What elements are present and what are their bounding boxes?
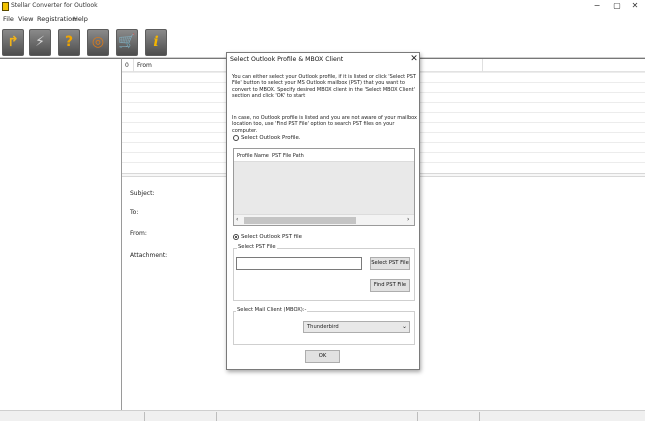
dialog-close-icon[interactable]: ✕ (408, 53, 420, 65)
select-profile-dialog: Select Outlook Profile & MBOX Client ✕ Y… (226, 52, 420, 370)
horizontal-scrollbar[interactable]: ‹ › (234, 214, 414, 225)
dialog-title: Select Outlook Profile & MBOX Client (230, 56, 344, 63)
select-profile-radio[interactable] (233, 135, 239, 141)
attachment-label: Attachment: (130, 252, 168, 259)
title-bar: Stellar Converter for Outlook − ▢ ✕ (0, 0, 645, 13)
dialog-hint: In case, no Outlook profile is listed an… (232, 115, 417, 134)
mail-client-select[interactable]: Thunderbird ⌄ (303, 321, 410, 333)
open-folder-icon: ↱ (7, 34, 19, 50)
mail-client-group-label: Select Mail Client (MBOX):- (236, 307, 308, 313)
scroll-left-icon[interactable]: ‹ (236, 216, 238, 223)
find-pst-file-button[interactable]: Find PST File (370, 279, 410, 292)
attachment-column-icon[interactable]: 0 (125, 62, 129, 69)
dialog-description: You can either select your Outlook profi… (232, 74, 416, 100)
menu-help[interactable]: Help (73, 15, 88, 23)
menu-registration[interactable]: Registration (37, 15, 76, 23)
pst-path-column-header[interactable]: PST File Path (272, 153, 304, 159)
subject-label: Subject: (130, 190, 155, 197)
info-icon: i (153, 34, 159, 50)
status-divider (417, 412, 418, 421)
profile-table[interactable]: Profile Name PST File Path ‹ › (233, 148, 415, 226)
open-button[interactable]: ↱ (2, 29, 24, 56)
status-bar (0, 410, 645, 421)
to-label: To: (130, 209, 139, 216)
profile-table-header: Profile Name PST File Path (234, 149, 414, 162)
pst-file-group: Select PST File (233, 244, 415, 301)
menu-view[interactable]: View (18, 15, 33, 23)
ok-button[interactable]: OK (305, 350, 340, 363)
select-pst-file-button[interactable]: Select PST File (370, 257, 410, 270)
help-button[interactable]: ? (58, 29, 80, 56)
website-button[interactable]: ◎ (87, 29, 109, 56)
mail-client-value: Thunderbird (307, 324, 339, 330)
cart-icon: 🛒 (118, 34, 136, 50)
menu-file[interactable]: File (3, 15, 14, 23)
from-column-header[interactable]: From (137, 62, 152, 69)
from-label: From: (130, 230, 147, 237)
select-pst-radio-label[interactable]: Select Outlook PST file (241, 234, 302, 240)
maximize-button[interactable]: ▢ (607, 0, 627, 12)
about-button[interactable]: i (145, 29, 167, 56)
scroll-right-icon[interactable]: › (407, 216, 409, 223)
convert-icon: ⚡ (35, 34, 45, 50)
status-divider (144, 412, 145, 421)
menu-bar: File View Registration Help (0, 13, 645, 25)
profile-name-column-header[interactable]: Profile Name (237, 153, 269, 159)
select-profile-radio-label[interactable]: Select Outlook Profile. (241, 135, 301, 141)
pst-group-label: Select PST File (237, 244, 277, 250)
help-icon: ? (64, 34, 74, 50)
window-title: Stellar Converter for Outlook (11, 2, 98, 9)
pst-file-path-input[interactable] (236, 257, 362, 270)
close-button[interactable]: ✕ (625, 0, 645, 12)
globe-icon: ◎ (91, 34, 105, 50)
chevron-down-icon[interactable]: ⌄ (402, 323, 407, 330)
buy-button[interactable]: 🛒 (116, 29, 138, 56)
column-divider[interactable] (133, 59, 134, 72)
convert-button[interactable]: ⚡ (29, 29, 51, 56)
select-pst-radio[interactable] (233, 234, 239, 240)
app-logo-icon (2, 2, 9, 11)
scrollbar-thumb[interactable] (244, 217, 356, 224)
minimize-button[interactable]: − (587, 0, 607, 12)
folder-tree-pane[interactable] (0, 58, 122, 410)
column-divider[interactable] (482, 59, 483, 72)
status-divider (216, 412, 217, 421)
status-divider (479, 412, 480, 421)
